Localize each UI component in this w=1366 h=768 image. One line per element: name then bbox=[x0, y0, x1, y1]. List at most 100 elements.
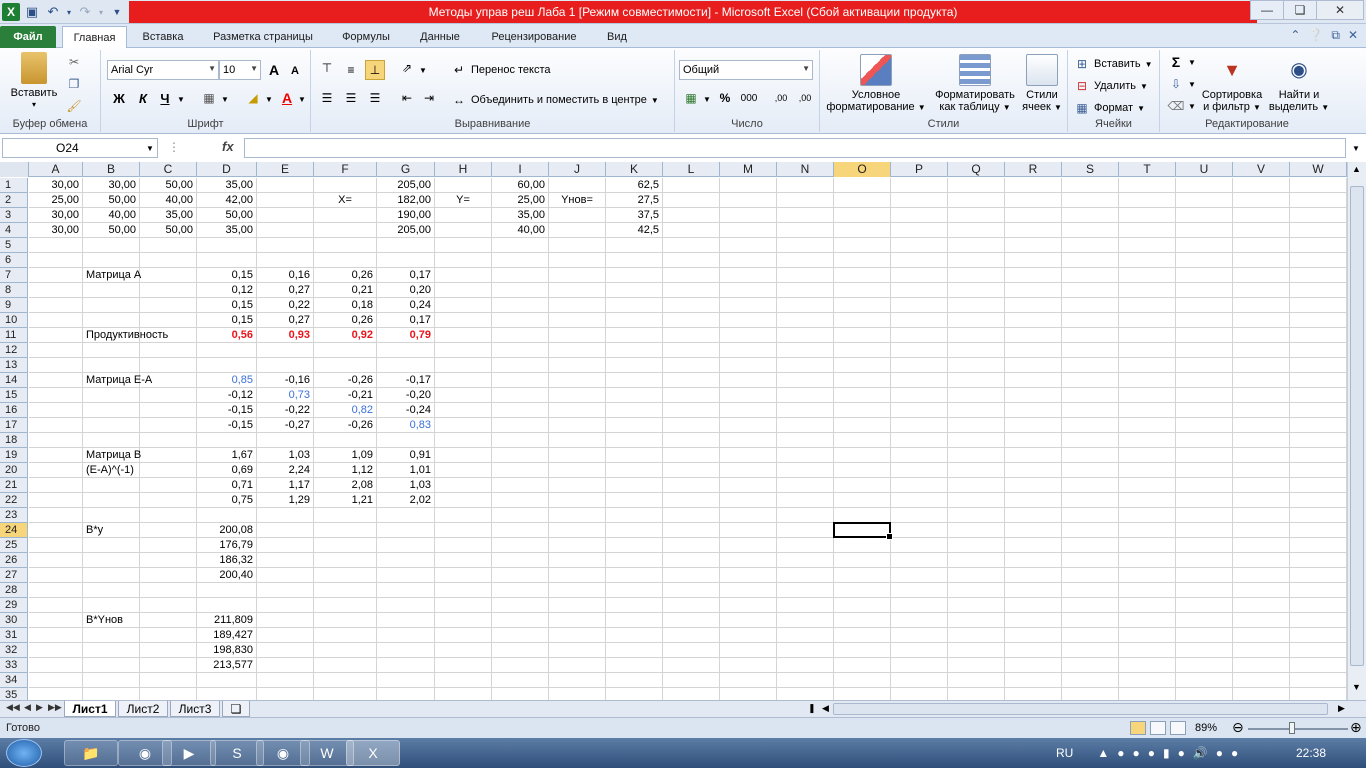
cell-h34[interactable] bbox=[435, 673, 492, 688]
cell-b5[interactable] bbox=[83, 238, 140, 253]
cell-f33[interactable] bbox=[314, 658, 377, 673]
cell-a20[interactable] bbox=[29, 463, 83, 478]
cell-p10[interactable] bbox=[891, 313, 948, 328]
cell-w24[interactable] bbox=[1290, 523, 1347, 538]
align-left-icon[interactable]: ☰ bbox=[319, 90, 335, 106]
cell-o34[interactable] bbox=[834, 673, 891, 688]
cell-j5[interactable] bbox=[549, 238, 606, 253]
cell-o35[interactable] bbox=[834, 688, 891, 700]
cell-r13[interactable] bbox=[1005, 358, 1062, 373]
cell-l32[interactable] bbox=[663, 643, 720, 658]
cell-p3[interactable] bbox=[891, 208, 948, 223]
help-icon[interactable]: ❔ bbox=[1308, 28, 1323, 43]
cell-t17[interactable] bbox=[1119, 418, 1176, 433]
cell-o18[interactable] bbox=[834, 433, 891, 448]
scroll-down-icon[interactable]: ▼ bbox=[1352, 682, 1361, 692]
cell-i21[interactable] bbox=[492, 478, 549, 493]
row-header[interactable]: 1 bbox=[0, 178, 28, 193]
cell-p13[interactable] bbox=[891, 358, 948, 373]
cell-a10[interactable] bbox=[29, 313, 83, 328]
cell-r16[interactable] bbox=[1005, 403, 1062, 418]
cell-b34[interactable] bbox=[83, 673, 140, 688]
cell-t33[interactable] bbox=[1119, 658, 1176, 673]
cell-r9[interactable] bbox=[1005, 298, 1062, 313]
cell-f30[interactable] bbox=[314, 613, 377, 628]
cell-k32[interactable] bbox=[606, 643, 663, 658]
cell-r1[interactable] bbox=[1005, 178, 1062, 193]
cell-p28[interactable] bbox=[891, 583, 948, 598]
cell-a31[interactable] bbox=[29, 628, 83, 643]
cell-k10[interactable] bbox=[606, 313, 663, 328]
cell-m7[interactable] bbox=[720, 268, 777, 283]
cell-o24[interactable] bbox=[834, 523, 891, 538]
sheet-tab-3[interactable]: Лист3 bbox=[170, 701, 220, 717]
tray-app-icon[interactable]: ● bbox=[1117, 746, 1124, 760]
column-header-g[interactable]: G bbox=[377, 162, 435, 177]
cell-p33[interactable] bbox=[891, 658, 948, 673]
horizontal-scroll-thumb[interactable] bbox=[833, 703, 1328, 715]
cell-q3[interactable] bbox=[948, 208, 1005, 223]
cell-d2[interactable]: 42,00 bbox=[197, 193, 257, 208]
cell-i12[interactable] bbox=[492, 343, 549, 358]
column-header-r[interactable]: R bbox=[1005, 162, 1062, 177]
cell-c21[interactable] bbox=[140, 478, 197, 493]
cell-i24[interactable] bbox=[492, 523, 549, 538]
cell-r29[interactable] bbox=[1005, 598, 1062, 613]
cell-g3[interactable]: 190,00 bbox=[377, 208, 435, 223]
cell-o17[interactable] bbox=[834, 418, 891, 433]
cell-v24[interactable] bbox=[1233, 523, 1290, 538]
cell-s1[interactable] bbox=[1062, 178, 1119, 193]
insert-sheet-icon[interactable]: ❏ bbox=[222, 701, 250, 717]
cell-p6[interactable] bbox=[891, 253, 948, 268]
cell-e4[interactable] bbox=[257, 223, 314, 238]
cell-b13[interactable] bbox=[83, 358, 140, 373]
font-size-combo[interactable]: 10 ▼ bbox=[219, 60, 261, 80]
cell-v22[interactable] bbox=[1233, 493, 1290, 508]
cell-a12[interactable] bbox=[29, 343, 83, 358]
cell-t22[interactable] bbox=[1119, 493, 1176, 508]
cell-v30[interactable] bbox=[1233, 613, 1290, 628]
cell-c24[interactable] bbox=[140, 523, 197, 538]
cell-t19[interactable] bbox=[1119, 448, 1176, 463]
cell-o26[interactable] bbox=[834, 553, 891, 568]
column-header-c[interactable]: C bbox=[140, 162, 197, 177]
row-header[interactable]: 9 bbox=[0, 298, 28, 313]
column-header-l[interactable]: L bbox=[663, 162, 720, 177]
cell-h8[interactable] bbox=[435, 283, 492, 298]
cell-l8[interactable] bbox=[663, 283, 720, 298]
cell-b27[interactable] bbox=[83, 568, 140, 583]
cell-w28[interactable] bbox=[1290, 583, 1347, 598]
cell-i14[interactable] bbox=[492, 373, 549, 388]
media-player-taskbar-icon[interactable]: ▶ bbox=[162, 740, 216, 766]
cell-g19[interactable]: 0,91 bbox=[377, 448, 435, 463]
cell-q14[interactable] bbox=[948, 373, 1005, 388]
cell-r34[interactable] bbox=[1005, 673, 1062, 688]
cell-q25[interactable] bbox=[948, 538, 1005, 553]
cell-n32[interactable] bbox=[777, 643, 834, 658]
cell-r24[interactable] bbox=[1005, 523, 1062, 538]
cell-o10[interactable] bbox=[834, 313, 891, 328]
cell-n4[interactable] bbox=[777, 223, 834, 238]
row-header[interactable]: 18 bbox=[0, 433, 28, 448]
cell-q30[interactable] bbox=[948, 613, 1005, 628]
cell-j21[interactable] bbox=[549, 478, 606, 493]
cell-q1[interactable] bbox=[948, 178, 1005, 193]
cell-i4[interactable]: 40,00 bbox=[492, 223, 549, 238]
cell-h32[interactable] bbox=[435, 643, 492, 658]
cell-b30[interactable]: B*Yнов bbox=[83, 613, 140, 628]
cell-c31[interactable] bbox=[140, 628, 197, 643]
chevron-down-icon[interactable]: ▼ bbox=[261, 91, 277, 107]
page-layout-view-icon[interactable] bbox=[1150, 721, 1166, 735]
cell-g27[interactable] bbox=[377, 568, 435, 583]
cell-f17[interactable]: -0,26 bbox=[314, 418, 377, 433]
cell-c29[interactable] bbox=[140, 598, 197, 613]
column-header-w[interactable]: W bbox=[1290, 162, 1347, 177]
cell-n35[interactable] bbox=[777, 688, 834, 700]
cell-m33[interactable] bbox=[720, 658, 777, 673]
cell-r19[interactable] bbox=[1005, 448, 1062, 463]
cell-w16[interactable] bbox=[1290, 403, 1347, 418]
cell-p4[interactable] bbox=[891, 223, 948, 238]
cell-l31[interactable] bbox=[663, 628, 720, 643]
cell-u2[interactable] bbox=[1176, 193, 1233, 208]
row-header[interactable]: 16 bbox=[0, 403, 28, 418]
